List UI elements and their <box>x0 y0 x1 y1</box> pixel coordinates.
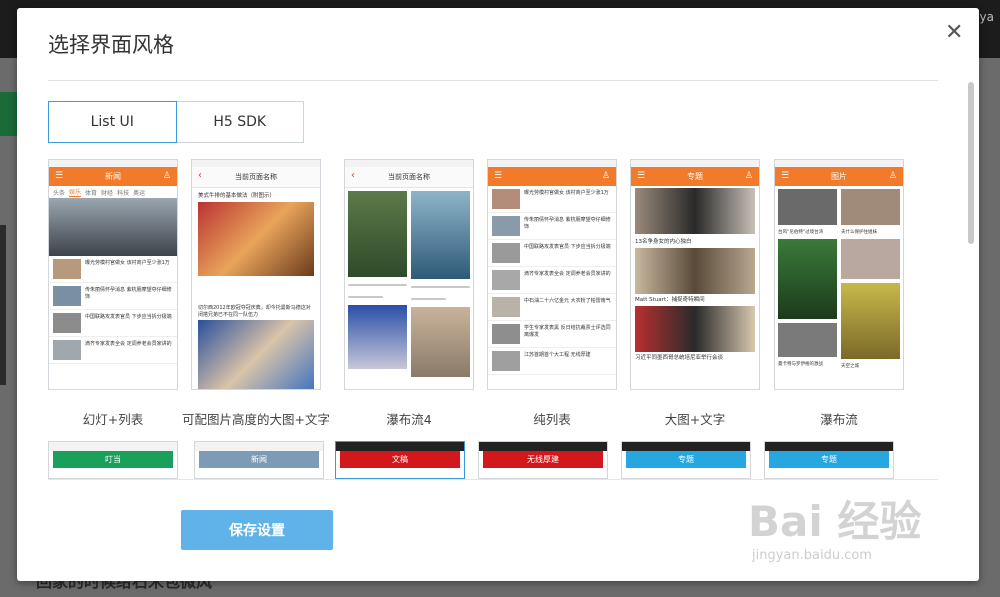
preview-caption: 天空之城 <box>841 364 859 369</box>
preview-text: 切尔西2012年欧冠夺冠庆典，却今托曼斯马德这对闭搭兄弟已不在同一队伍力 <box>198 305 311 318</box>
tab-group: List UI H5 SDK <box>48 101 304 143</box>
save-settings-button[interactable]: 保存设置 <box>181 510 333 550</box>
style-option-bigimage-text-adjustable[interactable]: ‹ 当前页面名称 美式牛排的基本做法（附图示） 切尔西2012年欧冠夺冠庆典，却… <box>182 159 330 427</box>
preview-item-text: 滴齐专家发表全会 定调养老会员家讲的 <box>524 271 611 277</box>
style-label: 瀑布流4 <box>386 412 432 427</box>
preview-slide-image <box>49 198 177 256</box>
user-icon: ♙ <box>601 171 610 181</box>
preview-header-title: 专题 <box>687 172 703 181</box>
style-option-row2[interactable]: 无线厚建 <box>478 441 608 479</box>
preview-tab: 奥运 <box>133 189 146 197</box>
title-divider <box>48 80 938 81</box>
style-option-waterfall-4[interactable]: ‹ 当前页面名称 瀑布流4 <box>344 159 474 427</box>
preview-caption: Matt Stuart：捕捉奇特瞬间 <box>635 297 705 303</box>
style-label: 大图+文字 <box>664 412 726 427</box>
user-icon: ♙ <box>744 171 753 181</box>
style-option-row2[interactable]: 专题 <box>621 441 751 479</box>
preview-caption: 曼卡特与罗伊格的激战 <box>778 362 823 367</box>
preview-item-text: 曝光劳模村官做女 该村商户至少涨1万 <box>85 260 170 266</box>
style-option-waterfall[interactable]: ☰ 图片 ♙ 台风“尼伯特”过境台湾 曼卡特与罗伊格的激战 夫什么保护住姐妹 天… <box>774 159 904 427</box>
preview-header-title: 当前页面名称 <box>388 173 430 181</box>
user-icon: ♙ <box>888 171 897 181</box>
preview-item-text: 中石油二十六亿金元 大农粉了帕雷南气 <box>524 298 611 304</box>
preview-header: ☰ 专题 ♙ <box>631 167 759 186</box>
style-option-bigimage-text[interactable]: ☰ 专题 ♙ 13名争身女的内心独白 Matt Stuart：捕捉奇特瞬间 习近… <box>630 159 760 427</box>
preview-header: ☰ 新闻 ♙ <box>49 167 177 186</box>
style-option-plain-list[interactable]: ☰ ♙ 曝光劳模村官做女 该村商户至少涨1万 传朱丽倩怀孕消息 紫杭朋摩望夺仔细… <box>487 159 617 427</box>
menu-icon: ☰ <box>781 171 790 181</box>
style-thumbnail[interactable]: ‹ 当前页面名称 <box>344 159 474 390</box>
back-icon: ‹ <box>198 170 202 181</box>
preview-item-text: 中国联路攻发表官员 下步应当拆分极端 <box>524 244 611 250</box>
preview-caption: 台风“尼伯特”过境台湾 <box>778 230 824 235</box>
preview-tab: 财经 <box>101 189 114 197</box>
preview-header-title: 文稿 <box>340 451 460 468</box>
style-label: 瀑布流 <box>820 412 858 427</box>
scrollbar-thumb[interactable] <box>968 82 974 244</box>
preview-tab: 体育 <box>85 189 98 197</box>
preview-item-text: 江苏首期首个大工程 无线厚建 <box>524 352 591 358</box>
preview-header-title: 无线厚建 <box>483 451 603 468</box>
preview-header: ☰ 图片 ♙ <box>775 167 903 186</box>
back-icon: ‹ <box>351 170 355 181</box>
preview-header-title: 当前页面名称 <box>235 173 277 181</box>
user-icon: ♙ <box>162 171 171 181</box>
preview-big-image <box>635 306 755 352</box>
preview-header: ‹ 当前页面名称 <box>345 167 473 188</box>
tab-h5-sdk[interactable]: H5 SDK <box>176 101 304 143</box>
style-thumbnail[interactable]: ☰ 新闻 ♙ 头条 娱乐 体育 财经 科技 奥运 曝光劳模村官做女 该村商户至少… <box>48 159 178 390</box>
style-option-row2[interactable]: 新闻 <box>194 441 324 479</box>
style-option-row2[interactable]: 叮当 <box>48 441 178 479</box>
preview-header: ‹ 当前页面名称 <box>192 167 320 188</box>
menu-icon: ☰ <box>55 171 64 181</box>
preview-waterfall <box>345 188 473 380</box>
preview-tabs: 头条 娱乐 体育 财经 科技 奥运 <box>49 186 177 198</box>
baidu-watermark: Bai 经验 <box>748 497 922 546</box>
preview-big-image <box>635 248 755 294</box>
preview-header: ☰ ♙ <box>488 167 616 186</box>
preview-tab: 娱乐 <box>69 189 82 197</box>
modal-title: 选择界面风格 <box>48 33 174 57</box>
style-label: 幻灯+列表 <box>82 412 144 427</box>
preview-item-text: 传朱丽倩怀孕消息 紫杭朋摩望夺仔细修饰 <box>524 217 611 230</box>
menu-icon: ☰ <box>494 171 503 181</box>
preview-tab: 头条 <box>53 189 66 197</box>
preview-tab: 科技 <box>117 189 130 197</box>
style-label: 纯列表 <box>533 412 571 427</box>
preview-header-title: 新闻 <box>199 451 319 468</box>
close-icon[interactable]: ✕ <box>945 20 963 45</box>
style-option-slide-list[interactable]: ☰ 新闻 ♙ 头条 娱乐 体育 财经 科技 奥运 曝光劳模村官做女 该村商户至少… <box>48 159 178 427</box>
preview-header-title: 新闻 <box>105 172 121 181</box>
style-label: 可配图片高度的大图+文字 <box>182 412 330 427</box>
preview-item-text: 滴齐专家发表全会 定调养老会员家讲的 <box>85 341 172 347</box>
preview-caption: 美式牛排的基本做法（附图示） <box>198 193 276 199</box>
preview-header-title: 叮当 <box>53 451 173 468</box>
preview-caption: 习近平同墨西哥总统培尼亚举行会谈 <box>635 355 724 361</box>
style-thumbnail[interactable]: ☰ 图片 ♙ 台风“尼伯特”过境台湾 曼卡特与罗伊格的激战 夫什么保护住姐妹 天… <box>774 159 904 390</box>
footer-divider <box>48 479 938 480</box>
preview-header-title: 专题 <box>626 451 746 468</box>
menu-icon: ☰ <box>637 171 646 181</box>
preview-item-text: 中国联路攻发表官员 下步应当拆分极端 <box>85 314 172 320</box>
style-option-row2[interactable]: 文稿 <box>335 441 465 479</box>
style-thumbnail[interactable]: ‹ 当前页面名称 美式牛排的基本做法（附图示） 切尔西2012年欧冠夺冠庆典，却… <box>191 159 321 390</box>
style-option-row2[interactable]: 专题 <box>764 441 894 479</box>
backdrop-dark-strip <box>0 225 6 385</box>
preview-caption: 夫什么保护住姐妹 <box>841 230 877 235</box>
preview-header-title: 图片 <box>831 172 847 181</box>
preview-item-text: 曝光劳模村官做女 该村商户至少涨1万 <box>524 190 609 196</box>
style-thumbnail[interactable]: ☰ ♙ 曝光劳模村官做女 该村商户至少涨1万 传朱丽倩怀孕消息 紫杭朋摩望夺仔细… <box>487 159 617 390</box>
preview-item-text: 传朱丽倩怀孕消息 紫杭朋摩望夺仔细修饰 <box>85 287 172 300</box>
tab-list-ui[interactable]: List UI <box>48 101 177 143</box>
style-thumbnail[interactable]: ☰ 专题 ♙ 13名争身女的内心独白 Matt Stuart：捕捉奇特瞬间 习近… <box>630 159 760 390</box>
preview-item-text: 学生专家发表黑 反日结抗裁票士评选同离爆发 <box>524 325 611 338</box>
baidu-watermark-url: jingyan.baidu.com <box>752 548 872 563</box>
preview-caption: 13名争身女的内心独白 <box>635 239 692 245</box>
preview-waterfall: 台风“尼伯特”过境台湾 曼卡特与罗伊格的激战 夫什么保护住姐妹 天空之城 <box>775 186 903 372</box>
preview-big-image <box>198 202 314 276</box>
preview-big-image <box>635 188 755 234</box>
preview-big-image <box>198 320 314 389</box>
preview-header-title: 专题 <box>769 451 889 468</box>
